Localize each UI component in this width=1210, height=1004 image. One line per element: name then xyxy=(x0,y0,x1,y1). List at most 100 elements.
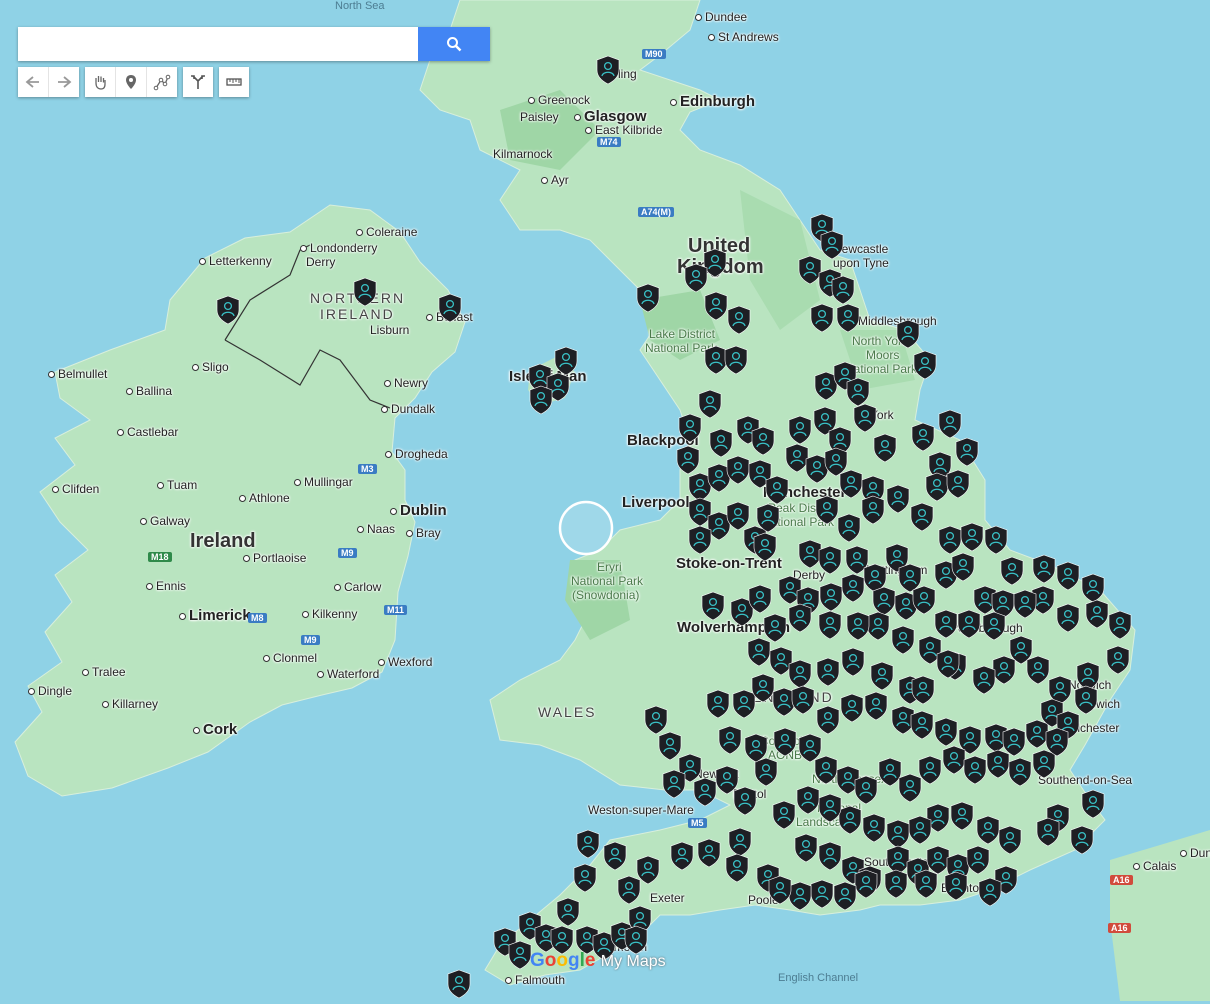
map-marker[interactable] xyxy=(832,881,858,911)
map-marker[interactable] xyxy=(836,513,862,543)
map-marker[interactable] xyxy=(945,469,971,499)
map-marker[interactable] xyxy=(215,295,241,325)
map-marker[interactable] xyxy=(1080,789,1106,819)
map-marker[interactable] xyxy=(835,303,861,333)
map-marker[interactable] xyxy=(717,725,743,755)
map-marker[interactable] xyxy=(1031,554,1057,584)
map-marker[interactable] xyxy=(755,503,781,533)
map-marker[interactable] xyxy=(861,813,887,843)
map-marker[interactable] xyxy=(787,603,813,633)
undo-button[interactable] xyxy=(18,67,49,97)
map-marker[interactable] xyxy=(724,853,750,883)
map-marker[interactable] xyxy=(750,426,776,456)
map-marker[interactable] xyxy=(446,969,472,999)
map-marker[interactable] xyxy=(885,484,911,514)
directions-button[interactable] xyxy=(183,67,213,97)
map-marker[interactable] xyxy=(977,877,1003,907)
map-marker[interactable] xyxy=(863,691,889,721)
map-marker[interactable] xyxy=(975,815,1001,845)
map-marker[interactable] xyxy=(883,869,909,899)
map-marker[interactable] xyxy=(910,675,936,705)
map-marker[interactable] xyxy=(1007,757,1033,787)
map-marker[interactable] xyxy=(1105,645,1131,675)
map-marker[interactable] xyxy=(935,649,961,679)
map-marker[interactable] xyxy=(696,838,722,868)
map-marker[interactable] xyxy=(1084,599,1110,629)
map-marker[interactable] xyxy=(1035,817,1061,847)
map-marker[interactable] xyxy=(950,552,976,582)
map-marker[interactable] xyxy=(747,584,773,614)
map-marker[interactable] xyxy=(852,403,878,433)
map-marker[interactable] xyxy=(708,428,734,458)
map-marker[interactable] xyxy=(817,545,843,575)
map-marker[interactable] xyxy=(917,755,943,785)
map-marker[interactable] xyxy=(795,785,821,815)
search-input[interactable] xyxy=(18,27,418,61)
map-marker[interactable] xyxy=(840,573,866,603)
map-marker[interactable] xyxy=(809,303,835,333)
map-marker[interactable] xyxy=(675,445,701,475)
map-marker[interactable] xyxy=(635,283,661,313)
map-marker[interactable] xyxy=(845,611,871,641)
add-marker-button[interactable] xyxy=(116,67,147,97)
map-marker[interactable] xyxy=(872,433,898,463)
map-marker[interactable] xyxy=(830,275,856,305)
map-marker[interactable] xyxy=(352,277,378,307)
map-marker[interactable] xyxy=(933,717,959,747)
map-marker[interactable] xyxy=(677,413,703,443)
map-marker[interactable] xyxy=(890,625,916,655)
map-marker[interactable] xyxy=(683,263,709,293)
map-marker[interactable] xyxy=(869,661,895,691)
map-marker[interactable] xyxy=(793,833,819,863)
map-marker[interactable] xyxy=(1055,561,1081,591)
map-marker[interactable] xyxy=(669,841,695,871)
map-marker[interactable] xyxy=(575,829,601,859)
map-marker[interactable] xyxy=(602,841,628,871)
map-marker[interactable] xyxy=(971,665,997,695)
map-marker[interactable] xyxy=(726,305,752,335)
map-marker[interactable] xyxy=(767,875,793,905)
redo-button[interactable] xyxy=(49,67,79,97)
map-marker[interactable] xyxy=(661,769,687,799)
map-marker[interactable] xyxy=(949,801,975,831)
map-marker[interactable] xyxy=(687,525,713,555)
search-button[interactable] xyxy=(418,27,490,61)
map-marker[interactable] xyxy=(860,495,886,525)
map-marker[interactable] xyxy=(840,647,866,677)
map-marker[interactable] xyxy=(1073,685,1099,715)
map-marker[interactable] xyxy=(817,610,843,640)
map-marker[interactable] xyxy=(909,502,935,532)
map-marker[interactable] xyxy=(732,786,758,816)
map-marker[interactable] xyxy=(913,869,939,899)
map-marker[interactable] xyxy=(772,727,798,757)
map-marker[interactable] xyxy=(815,705,841,735)
map-marker[interactable] xyxy=(912,350,938,380)
map-marker[interactable] xyxy=(853,775,879,805)
pan-button[interactable] xyxy=(85,67,116,97)
map-marker[interactable] xyxy=(700,591,726,621)
map-marker[interactable] xyxy=(764,475,790,505)
map-marker[interactable] xyxy=(752,532,778,562)
map-marker[interactable] xyxy=(528,385,554,415)
map-marker[interactable] xyxy=(790,685,816,715)
map-marker[interactable] xyxy=(959,522,985,552)
map-marker[interactable] xyxy=(437,293,463,323)
map-marker[interactable] xyxy=(1044,727,1070,757)
map-marker[interactable] xyxy=(787,415,813,445)
map-marker[interactable] xyxy=(743,733,769,763)
map-marker[interactable] xyxy=(1069,825,1095,855)
map-marker[interactable] xyxy=(999,556,1025,586)
map-marker[interactable] xyxy=(954,437,980,467)
map-marker[interactable] xyxy=(595,55,621,85)
map-marker[interactable] xyxy=(635,855,661,885)
map-marker[interactable] xyxy=(705,689,731,719)
map-marker[interactable] xyxy=(943,871,969,901)
map-marker[interactable] xyxy=(723,345,749,375)
map-marker[interactable] xyxy=(895,319,921,349)
map-marker[interactable] xyxy=(910,422,936,452)
map-marker[interactable] xyxy=(1107,610,1133,640)
map-marker[interactable] xyxy=(815,657,841,687)
map-marker[interactable] xyxy=(572,863,598,893)
map-marker[interactable] xyxy=(771,800,797,830)
map-marker[interactable] xyxy=(981,611,1007,641)
